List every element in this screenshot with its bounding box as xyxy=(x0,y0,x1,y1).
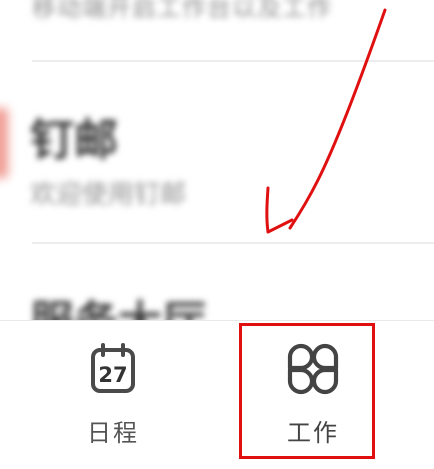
list-item-subtitle: 欢迎使用钉邮 xyxy=(30,180,187,210)
list-divider xyxy=(32,60,434,62)
calendar-date-number: 27 xyxy=(98,363,127,387)
app-icon-partial xyxy=(0,108,8,178)
list-item-title: 钉邮 xyxy=(30,115,118,166)
tab-calendar[interactable]: 27 日程 xyxy=(18,321,208,469)
list-item-title: 服务大厅 xyxy=(30,286,206,320)
workbench-grid-icon xyxy=(287,343,339,399)
tab-work-label: 工作 xyxy=(287,419,339,447)
bottom-tab-bar: 27 日程 工作 xyxy=(0,320,434,469)
tab-calendar-label: 日程 xyxy=(87,419,139,447)
app-list: 移动端开启工作台以及工作 钉邮 欢迎使用钉邮 服务大厅 xyxy=(0,0,434,320)
calendar-icon: 27 xyxy=(89,343,137,399)
tab-work[interactable]: 工作 xyxy=(218,321,408,469)
list-divider xyxy=(32,242,434,244)
previous-item-subtitle: 移动端开启工作台以及工作 xyxy=(32,0,332,22)
